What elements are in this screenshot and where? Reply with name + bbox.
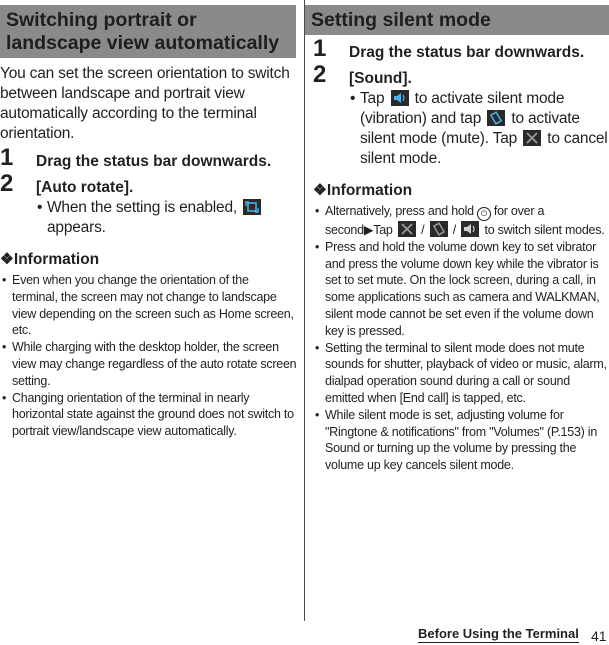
info-item: • While charging with the desktop holder,… <box>2 340 297 388</box>
power-key-icon: ⏻ <box>476 207 491 221</box>
mute-icon <box>523 130 542 146</box>
step-number: 1 <box>0 144 14 171</box>
step-1: 1 Drag the status bar downwards. <box>0 146 297 172</box>
vibrate-icon <box>429 221 448 237</box>
section-title-auto-rotate: Switching portrait or landscape view aut… <box>0 5 296 58</box>
right-column: Setting silent mode 1 Drag the status ba… <box>305 0 609 474</box>
step-2: 2 [Auto rotate]. <box>0 172 297 198</box>
info-item: • Even when you change the orientation of… <box>2 273 294 338</box>
step-number: 2 <box>0 170 14 197</box>
info-item: • Setting the terminal to silent mode doe… <box>315 340 607 405</box>
column-divider <box>304 0 305 621</box>
left-column: Switching portrait or landscape view aut… <box>0 0 297 440</box>
information-heading: ❖Information <box>0 251 100 268</box>
mute-icon <box>397 221 416 237</box>
vibrate-icon <box>487 110 506 126</box>
step-1: 1 Drag the status bar downwards. <box>313 37 609 63</box>
footer-section-link[interactable]: Before Using the Terminal <box>418 626 579 643</box>
auto-rotate-icon <box>243 199 262 215</box>
info-item: • Changing orientation of the terminal in… <box>2 390 294 439</box>
page-number: 41 <box>591 628 607 644</box>
intro-text: You can set the screen orientation to sw… <box>0 65 290 142</box>
step-number: 1 <box>313 35 327 62</box>
section-title-silent-mode: Setting silent mode <box>305 5 609 35</box>
step-2: 2 [Sound]. <box>313 63 609 89</box>
information-heading: ❖Information <box>313 182 413 199</box>
step-text: [Auto rotate]. <box>36 179 134 196</box>
sound-on-icon <box>461 221 480 237</box>
step-text: Drag the status bar downwards. <box>349 44 585 61</box>
info-item: • Press and hold the volume down key to s… <box>315 239 600 338</box>
information-list: • Alternatively, press and hold ⏻ for over … <box>313 203 609 474</box>
step-note: • Tap to activate silent mode (vibration… <box>350 90 608 167</box>
step-number: 2 <box>313 61 327 88</box>
info-item: • While silent mode is set, adjusting vol… <box>315 407 598 473</box>
sound-on-icon <box>390 90 409 106</box>
step-note: • When the setting is enabled, appears. <box>0 198 297 238</box>
step-text: [Sound]. <box>349 70 412 87</box>
info-item: • Alternatively, press and hold ⏻ for over … <box>315 204 605 237</box>
step-text: Drag the status bar downwards. <box>36 153 272 170</box>
arrow-icon: ▶ <box>363 223 374 237</box>
information-list: • Even when you change the orientation of… <box>0 272 297 440</box>
